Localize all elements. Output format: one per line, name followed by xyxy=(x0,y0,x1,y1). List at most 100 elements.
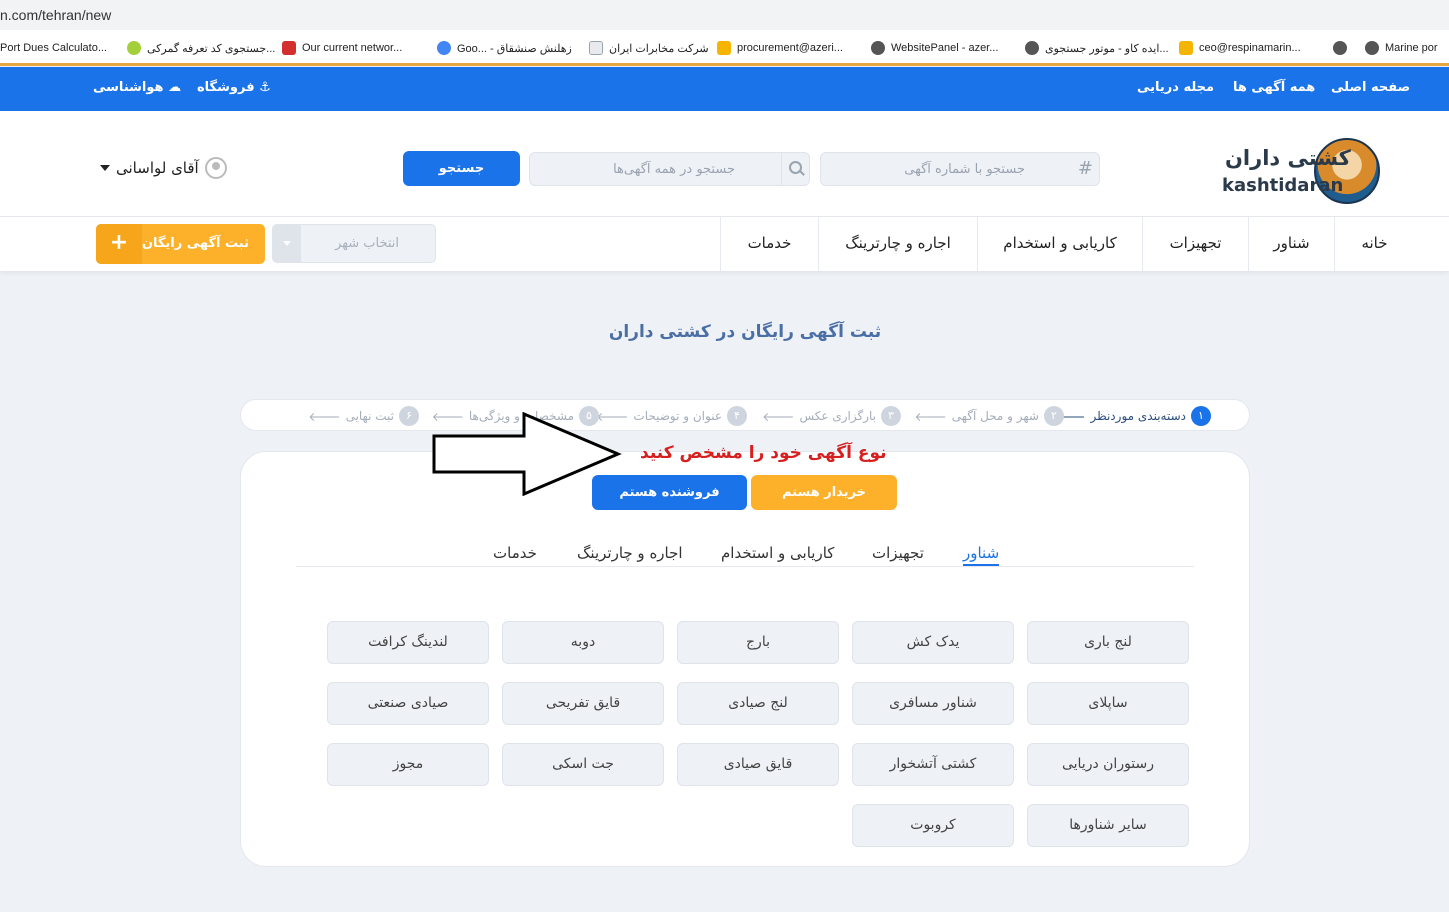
bookmark-item[interactable]: Port Dues Calculato... xyxy=(0,39,107,57)
step-6[interactable]: ۶ ثبت نهایی 🡐 xyxy=(308,406,419,426)
bookmark-item[interactable]: ایده کاو - موتور جستجوی... xyxy=(1025,39,1169,57)
home-link[interactable]: صفحه اصلی xyxy=(1331,80,1410,95)
user-menu[interactable]: آقای لواسانی xyxy=(100,156,227,180)
buyer-button[interactable]: خریدار هستم xyxy=(751,475,897,510)
arrow-left-icon: 🡐 xyxy=(762,409,795,424)
magazine-link[interactable]: مجله دریایی xyxy=(1137,80,1214,95)
nav-item-jobs[interactable]: کاریابی و استخدام xyxy=(977,217,1142,271)
category-tabs: شناور تجهیزات کاریابی و استخدام اجاره و … xyxy=(296,540,1194,567)
plus-icon: + xyxy=(96,224,142,264)
main-nav: خانه شناور تجهیزات کاریابی و استخدام اجا… xyxy=(0,217,1449,271)
bookmark-icon xyxy=(127,41,141,55)
bookmark-item[interactable] xyxy=(1333,39,1347,57)
weather-link[interactable]: هواشناسی ☁ xyxy=(93,80,181,95)
tab-equipment[interactable]: تجهیزات xyxy=(872,544,924,562)
category-chip[interactable]: قایق تفریحی xyxy=(502,682,664,725)
all-ads-link[interactable]: همه آگهی ها xyxy=(1233,80,1315,95)
post-free-ad-label: ثبت آگهی رایگان xyxy=(141,236,249,251)
bookmark-item[interactable]: WebsitePanel - azer... xyxy=(871,39,998,57)
nav-item-services[interactable]: خدمات xyxy=(720,217,818,271)
arrow-left-icon: 🡐 xyxy=(914,409,947,424)
bookmark-label: procurement@azeri... xyxy=(737,42,843,54)
mail-icon xyxy=(717,41,731,55)
category-chip[interactable]: سایر شناورها xyxy=(1027,804,1189,847)
bookmark-item[interactable]: شرکت مخابرات ایران xyxy=(589,39,709,57)
category-chip[interactable]: یدک کش xyxy=(852,621,1014,664)
category-chip[interactable]: لندینگ کرافت xyxy=(327,621,489,664)
top-bar: هواشناسی ☁ فروشگاه ⚓ مجله دریایی همه آگه… xyxy=(0,67,1449,111)
bookmark-label: Our current networ... xyxy=(302,42,403,54)
bookmark-icon xyxy=(282,41,296,55)
chevron-down-icon[interactable] xyxy=(273,225,301,262)
user-name: آقای لواسانی xyxy=(116,159,199,177)
city-select[interactable]: انتخاب شهر xyxy=(272,224,436,263)
category-chip[interactable]: شناور مسافری xyxy=(852,682,1014,725)
category-chip[interactable]: صیادی صنعتی xyxy=(327,682,489,725)
category-chip[interactable]: قایق صیادی xyxy=(677,743,839,786)
site-header: کشتی داران kashtidaran # جستجو با شماره … xyxy=(0,111,1449,217)
ad-number-search-placeholder: جستجو با شماره آگهی xyxy=(904,162,1025,177)
bookmark-item[interactable]: Marine por xyxy=(1365,39,1438,57)
bookmark-label: Goo... - زهلنش صنشقاق xyxy=(457,42,572,55)
step-label: شهر و محل آگهی xyxy=(951,409,1039,423)
step-label: بارگزاری عکس xyxy=(799,409,876,423)
step-label: ثبت نهایی xyxy=(345,409,394,423)
progress-steps: ۱ دسته‌بندی موردنظر 🡐 ۲ شهر و محل آگهی 🡐… xyxy=(240,399,1250,431)
category-chip[interactable]: کروبوت xyxy=(852,804,1014,847)
bookmark-item[interactable]: procurement@azeri... xyxy=(717,39,843,57)
step-label: دسته‌بندی موردنظر xyxy=(1090,409,1187,423)
bookmark-item[interactable]: Our current networ... xyxy=(282,39,402,57)
step-label: عنوان و توضیحات xyxy=(633,409,722,423)
nav-item-vessel[interactable]: شناور xyxy=(1248,217,1334,271)
nav-item-home[interactable]: خانه xyxy=(1334,217,1414,271)
mail-icon xyxy=(1179,41,1193,55)
bookmark-item[interactable]: Goo... - زهلنش صنشقاق xyxy=(437,39,572,57)
step-number: ۲ xyxy=(1044,406,1064,426)
category-chip[interactable]: لنج صیادی xyxy=(677,682,839,725)
city-select-placeholder: انتخاب شهر xyxy=(335,236,399,251)
category-chip[interactable]: لنج باری xyxy=(1027,621,1189,664)
cloud-sun-icon: ☁ xyxy=(168,80,182,95)
nav-item-charter[interactable]: اجاره و چارترینگ xyxy=(818,217,977,271)
bookmark-item[interactable]: ceo@respinamarin... xyxy=(1179,39,1301,57)
category-chip[interactable]: بارج xyxy=(677,621,839,664)
all-ads-search-placeholder: جستجو در همه آگهی‌ها xyxy=(613,162,735,177)
shop-link[interactable]: فروشگاه ⚓ xyxy=(197,80,271,95)
logo-text-fa[interactable]: کشتی داران xyxy=(1225,146,1351,170)
bookmark-label: WebsitePanel - azer... xyxy=(891,42,999,54)
annotation-arrow-icon xyxy=(432,412,622,496)
post-free-ad-button[interactable]: + ثبت آگهی رایگان xyxy=(96,224,265,264)
category-chip[interactable]: رستوران دریایی xyxy=(1027,743,1189,786)
arrow-left-icon: 🡐 xyxy=(308,409,341,424)
globe-icon xyxy=(1025,41,1039,55)
bookmark-label: ایده کاو - موتور جستجوی... xyxy=(1045,42,1169,55)
step-1[interactable]: ۱ دسته‌بندی موردنظر 🡐 xyxy=(1053,406,1211,426)
all-ads-search-input[interactable]: جستجو در همه آگهی‌ها xyxy=(529,152,810,186)
bookmarks-bar: Port Dues Calculato... جستجوی کد تعرفه گ… xyxy=(0,30,1449,66)
weather-label: هواشناسی xyxy=(93,80,164,95)
tab-charter[interactable]: اجاره و چارترینگ xyxy=(577,544,683,562)
search-button[interactable]: جستجو xyxy=(403,151,520,186)
step-2[interactable]: ۲ شهر و محل آگهی 🡐 xyxy=(915,406,1064,426)
bookmark-label: Marine por xyxy=(1385,42,1438,54)
tab-jobs[interactable]: کاریابی و استخدام xyxy=(721,544,834,562)
tab-vessel[interactable]: شناور xyxy=(963,544,1000,566)
search-icon[interactable] xyxy=(781,153,809,185)
nav-item-equipment[interactable]: تجهیزات xyxy=(1142,217,1248,271)
category-chip[interactable]: دوبه xyxy=(502,621,664,664)
category-chip[interactable]: کشتی آتشخوار xyxy=(852,743,1014,786)
tab-services[interactable]: خدمات xyxy=(493,544,537,562)
anchor-icon: ⚓ xyxy=(259,80,271,95)
shop-label: فروشگاه xyxy=(197,80,255,95)
bookmark-item[interactable]: جستجوی کد تعرفه گمرکی... xyxy=(127,39,275,57)
category-chip[interactable]: ساپلای xyxy=(1027,682,1189,725)
step-3[interactable]: ۳ بارگزاری عکس 🡐 xyxy=(762,406,901,426)
step-number: ۱ xyxy=(1191,406,1211,426)
browser-url-bar[interactable]: n.com/tehran/new xyxy=(0,0,1449,30)
bookmark-label: Port Dues Calculato... xyxy=(0,42,107,54)
category-chip[interactable]: مجوز xyxy=(327,743,489,786)
logo-text-en[interactable]: kashtidaran xyxy=(1222,175,1343,196)
page-icon xyxy=(589,41,603,55)
ad-number-search-input[interactable]: # جستجو با شماره آگهی xyxy=(820,152,1100,186)
category-chip[interactable]: جت اسکی xyxy=(502,743,664,786)
